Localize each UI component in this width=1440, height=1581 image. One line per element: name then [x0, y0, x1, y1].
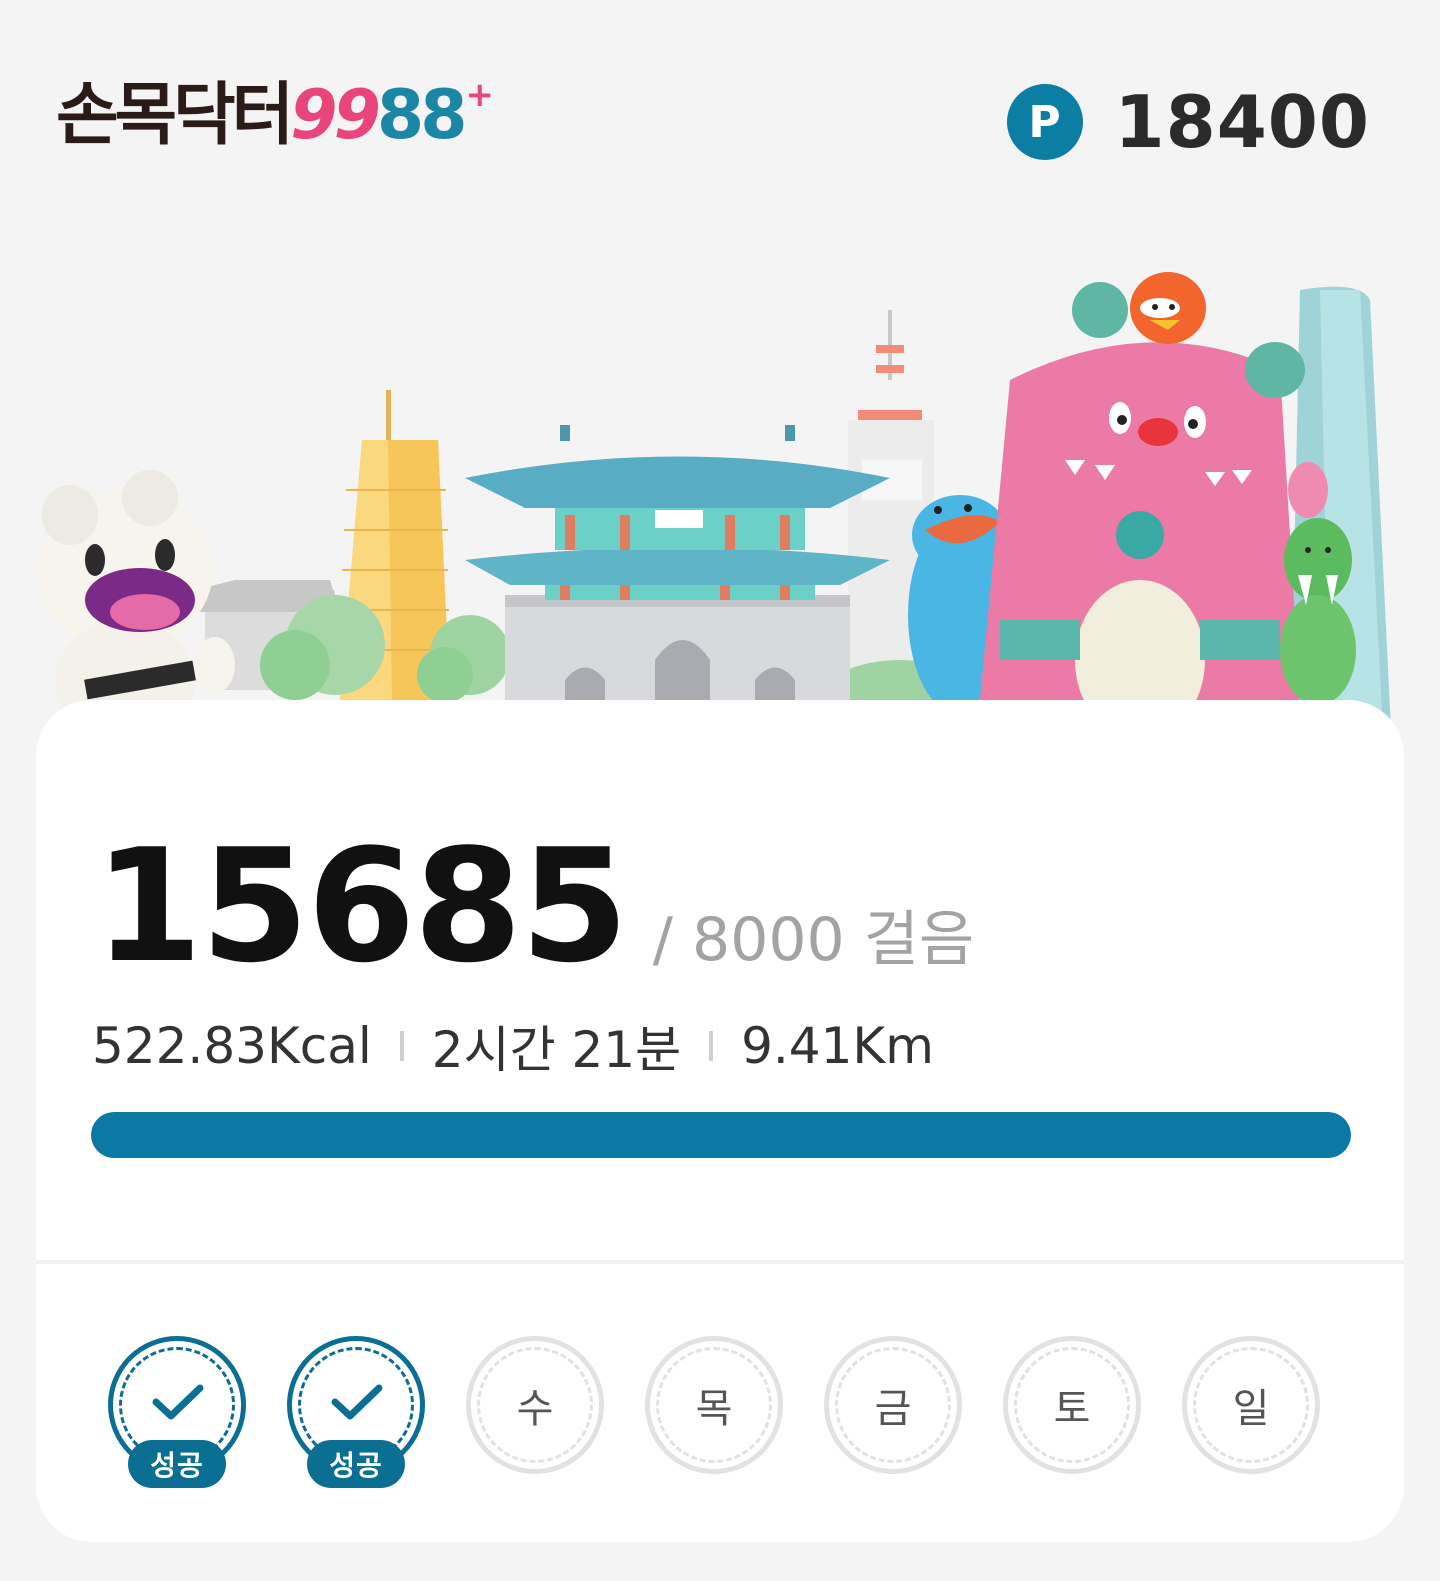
step-count: 15685 — [94, 815, 629, 997]
logo-korean-text: 손목닥터 — [56, 76, 294, 155]
day-label: 수 — [516, 1386, 554, 1432]
day-stamp[interactable]: 성공 — [287, 1336, 425, 1488]
day-stamp[interactable]: 토 — [1003, 1336, 1141, 1474]
points-display[interactable]: P 18400 — [1006, 80, 1371, 164]
logo-plus-text: + — [465, 75, 494, 115]
app-screen: 손목닥터 99 88 + P 18400 15685 / 8000 걸음 522… — [0, 0, 1440, 1581]
step-progress-fill — [91, 1112, 1351, 1158]
app-logo[interactable]: 손목닥터 99 88 + — [56, 75, 494, 156]
day-label: 토 — [1053, 1386, 1091, 1432]
header: 손목닥터 99 88 + P 18400 — [0, 0, 1440, 230]
step-summary-card: 15685 / 8000 걸음 522.83Kcal 2시간 21분 9.41K… — [36, 700, 1404, 1542]
check-icon — [331, 1384, 383, 1420]
points-value: 18400 — [1114, 80, 1370, 164]
step-count-row: 15685 / 8000 걸음 — [94, 826, 974, 986]
day-label: 일 — [1232, 1386, 1270, 1432]
day-stamp[interactable]: 성공 — [108, 1336, 246, 1488]
card-divider — [36, 1260, 1404, 1264]
success-badge: 성공 — [128, 1440, 226, 1488]
weekly-achievement-row: 성공 성공 수 목 금 토 일 — [108, 1336, 1322, 1496]
step-goal: / 8000 걸음 — [652, 905, 975, 975]
points-icon: P — [1006, 84, 1083, 160]
day-stamp[interactable]: 수 — [466, 1336, 604, 1474]
pink-monster-character — [980, 272, 1328, 740]
activity-stats: 522.83Kcal 2시간 21분 9.41Km — [92, 1010, 934, 1082]
day-stamp[interactable]: 목 — [645, 1336, 783, 1474]
day-stamp[interactable]: 일 — [1182, 1336, 1320, 1474]
check-icon — [152, 1384, 204, 1420]
stat-separator — [399, 1031, 404, 1061]
green-dino-character — [1280, 518, 1356, 705]
duration-value: 2시간 21분 — [431, 1021, 682, 1079]
city-character-illustration — [37, 272, 1392, 750]
palace-gate — [465, 425, 890, 700]
logo-nine-text: 99 — [290, 76, 381, 155]
logo-eight-text: 88 — [376, 76, 468, 155]
step-progress-bar — [91, 1112, 1351, 1158]
stat-separator — [709, 1031, 714, 1061]
success-badge: 성공 — [307, 1440, 405, 1488]
calories-value: 522.83Kcal — [92, 1017, 372, 1075]
distance-value: 9.41Km — [741, 1017, 934, 1075]
day-label: 금 — [874, 1386, 912, 1432]
day-stamp[interactable]: 금 — [824, 1336, 962, 1474]
day-label: 목 — [695, 1386, 733, 1432]
